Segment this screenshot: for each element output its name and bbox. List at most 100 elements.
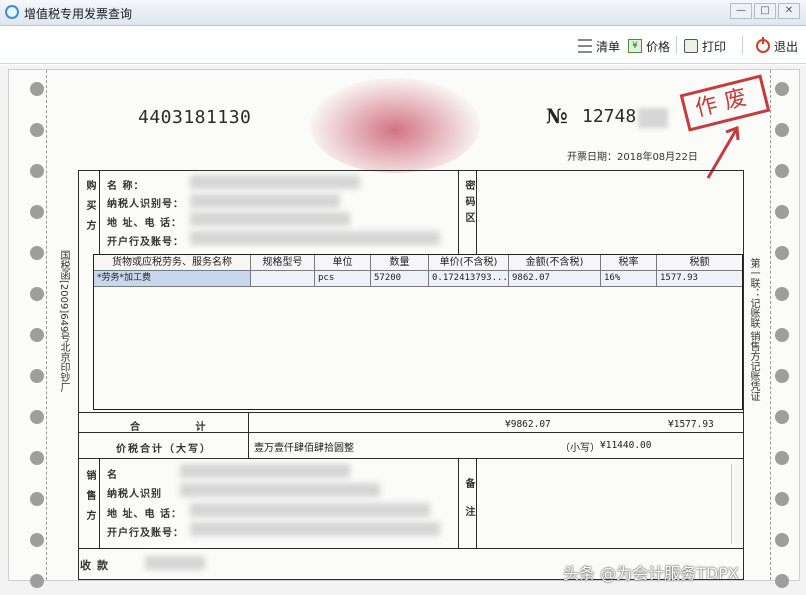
redaction-mask	[638, 108, 668, 128]
maximize-button[interactable]: □	[754, 3, 776, 19]
amount-cell[interactable]: 9862.07	[509, 271, 601, 287]
buyer-name-label: 名 称：	[107, 181, 145, 192]
column-header: 税额	[657, 255, 742, 271]
perforation-line	[46, 70, 47, 580]
redacted-field	[190, 212, 350, 226]
remark-scrollbar[interactable]	[731, 464, 743, 544]
price-icon: ¥	[628, 39, 642, 53]
column-header: 金额(不含税)	[509, 255, 601, 271]
tax-rate-cell[interactable]: 16%	[601, 271, 657, 287]
unit-price-cell[interactable]: 0.172413793...	[429, 271, 509, 287]
print-button[interactable]: 打印	[684, 36, 726, 56]
window-controls: — □ ✕	[730, 3, 800, 19]
tractor-hole	[30, 533, 44, 547]
tractor-hole	[30, 574, 44, 588]
toolbar-separator	[742, 36, 743, 54]
redacted-field	[145, 556, 205, 570]
exit-button[interactable]: 退出	[756, 36, 798, 56]
divider	[476, 458, 477, 548]
invoice-number: 12748	[582, 106, 637, 127]
list-icon	[578, 39, 592, 53]
tractor-hole	[775, 123, 789, 137]
column-header: 规格型号	[251, 255, 315, 271]
toolbar: 清单 ¥ 价格 打印 退出	[0, 26, 806, 64]
tractor-hole	[30, 82, 44, 96]
tractor-hole	[30, 287, 44, 301]
divider	[78, 548, 744, 549]
watermark-text: 头条 @为会计服务TDPX	[563, 564, 739, 583]
column-header: 货物或应税劳务、服务名称	[94, 255, 251, 271]
tractor-hole	[775, 574, 789, 588]
table-row[interactable]: *劳务*加工费 pcs 57200 0.172413793... 9862.07…	[94, 271, 742, 287]
seller-bank-label: 开户行及账号：	[107, 528, 184, 539]
price-label: 价格	[646, 39, 671, 54]
price-tax-total-label: 价税合计（大写）	[116, 444, 212, 455]
tractor-hole	[775, 82, 789, 96]
list-label: 清单	[596, 39, 621, 54]
exit-label: 退出	[774, 39, 799, 54]
redacted-field	[180, 464, 350, 478]
print-icon	[684, 39, 698, 53]
tractor-hole	[30, 492, 44, 506]
price-tax-total-words: 壹万壹仟肆佰肆拾圆整	[254, 443, 354, 454]
total-amount: ¥9862.07	[505, 419, 551, 430]
redacted-field	[190, 231, 440, 245]
divider	[458, 170, 459, 254]
spec-cell[interactable]	[251, 271, 315, 287]
buyer-bank-label: 开户行及账号：	[107, 237, 184, 248]
close-button[interactable]: ✕	[778, 3, 800, 19]
table-header-row: 货物或应税劳务、服务名称 规格型号 单位 数量 单价(不含税) 金额(不含税) …	[94, 255, 742, 271]
redacted-field	[190, 522, 440, 536]
remark-label: 备注	[463, 478, 474, 534]
buyer-address-label: 地 址、电 话：	[107, 218, 182, 229]
tractor-hole	[30, 205, 44, 219]
total-tax: ¥1577.93	[668, 419, 714, 430]
divider	[458, 458, 459, 548]
seller-section-label: 销售方	[84, 470, 95, 530]
tractor-hole	[775, 410, 789, 424]
tractor-hole	[30, 328, 44, 342]
perforation-line	[770, 70, 771, 580]
seller-name-label: 名	[107, 470, 118, 481]
invoice-code: 4403181130	[138, 107, 252, 128]
seller-address-label: 地 址、电 话：	[107, 509, 182, 520]
tractor-hole	[30, 123, 44, 137]
unit-cell[interactable]: pcs	[315, 271, 371, 287]
column-header: 单价(不含税)	[429, 255, 509, 271]
divider	[78, 458, 744, 459]
printer-note: 国税函[2009]649号北京印钞厂	[58, 250, 69, 393]
list-button[interactable]: 清单	[578, 36, 620, 56]
column-header: 单位	[315, 255, 371, 271]
tractor-hole	[30, 410, 44, 424]
quantity-cell[interactable]: 57200	[371, 271, 429, 287]
minimize-button[interactable]: —	[730, 3, 752, 19]
buyer-tax-id-label: 纳税人识别号：	[107, 199, 184, 210]
seller-tax-id-label: 纳税人识别	[107, 489, 162, 500]
tax-amount-cell[interactable]: 1577.93	[657, 271, 742, 287]
item-name-cell[interactable]: *劳务*加工费	[94, 271, 251, 287]
redacted-field	[190, 503, 430, 517]
window-title: 增值税专用发票查询	[24, 7, 133, 21]
power-icon	[756, 37, 770, 53]
table-empty-area	[94, 287, 742, 409]
price-tax-small-label: （小写）	[560, 443, 600, 454]
toolbar-separator	[676, 36, 677, 54]
goods-table: 货物或应税劳务、服务名称 规格型号 单位 数量 单价(不含税) 金额(不含税) …	[93, 254, 743, 410]
column-header: 数量	[371, 255, 429, 271]
divider	[476, 170, 477, 254]
copy-note: 第一联：记账联 销售方记账凭证	[748, 258, 759, 402]
column-header: 税率	[601, 255, 657, 271]
redacted-field	[190, 194, 340, 208]
tractor-hole	[30, 369, 44, 383]
divider	[78, 412, 744, 413]
title-bar: 增值税专用发票查询 — □ ✕	[0, 0, 806, 26]
divider	[99, 170, 100, 254]
tractor-hole	[775, 164, 789, 178]
price-button[interactable]: ¥ 价格	[628, 36, 670, 56]
buyer-section-label: 购买方	[84, 180, 95, 240]
total-label: 合 计	[130, 422, 232, 433]
price-tax-total-value: ¥11440.00	[600, 440, 652, 451]
tractor-hole	[775, 533, 789, 547]
print-label: 打印	[702, 39, 727, 54]
tractor-hole	[775, 492, 789, 506]
